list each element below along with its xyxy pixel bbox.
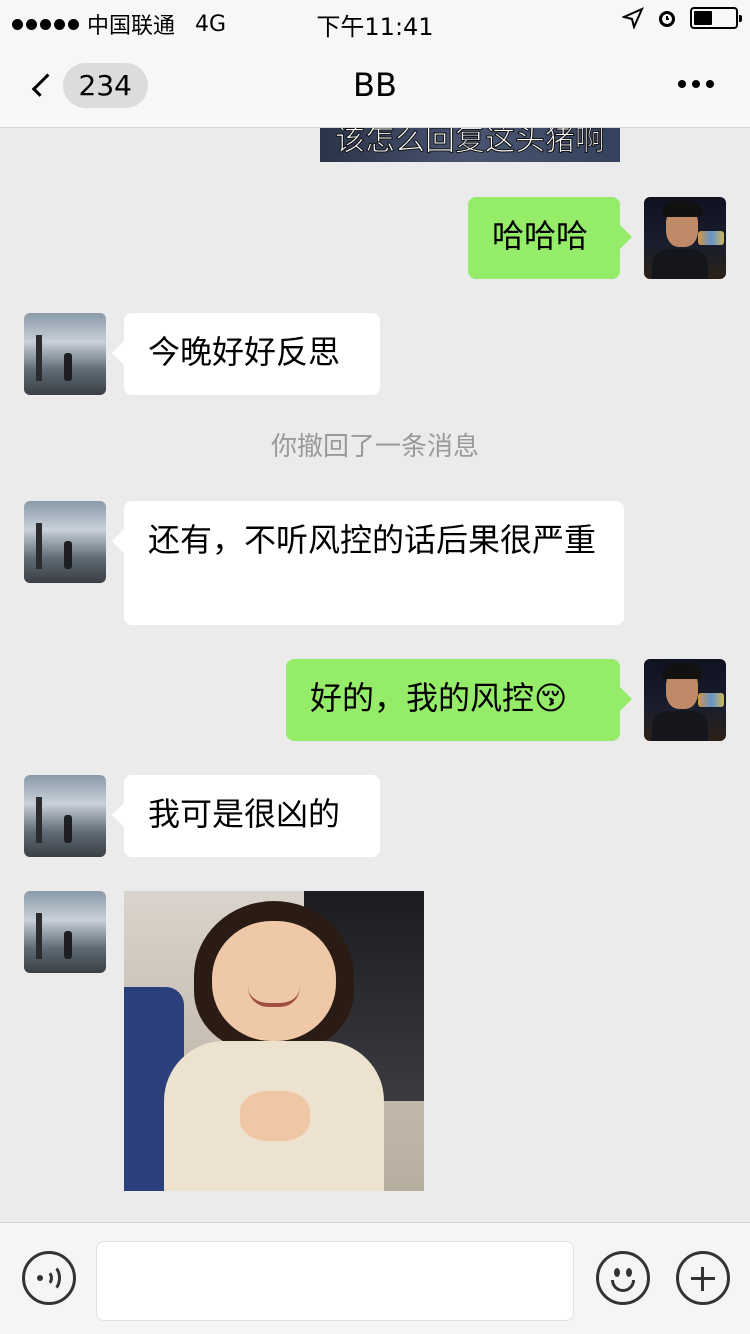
status-right: [622, 7, 742, 29]
battery-icon: [690, 7, 742, 29]
chat-title: BB: [353, 66, 397, 104]
sticker-message[interactable]: 该怎么回复这头猪啊: [320, 128, 620, 162]
message-text: 好的，我的风控😚: [310, 679, 568, 717]
plus-icon[interactable]: [676, 1251, 730, 1305]
message-bubble-received[interactable]: 我可是很凶的: [112, 775, 380, 857]
self-avatar[interactable]: [644, 659, 726, 741]
input-bar: [0, 1222, 750, 1334]
contact-avatar[interactable]: [24, 775, 106, 857]
message-bubble-received[interactable]: 还有，不听风控的话后果很严重: [112, 501, 624, 625]
image-message[interactable]: [124, 891, 424, 1191]
message-bubble-sent[interactable]: 好的，我的风控😚: [286, 659, 632, 741]
message-text: 今晚好好反思: [148, 333, 341, 371]
more-options-button[interactable]: [678, 80, 714, 88]
emoji-icon[interactable]: [596, 1251, 650, 1305]
alarm-icon: [659, 11, 675, 27]
location-icon: [622, 7, 644, 29]
chat-header: 234 BB: [0, 40, 750, 128]
self-avatar[interactable]: [644, 197, 726, 279]
contact-avatar[interactable]: [24, 501, 106, 583]
contact-avatar[interactable]: [24, 313, 106, 395]
sticker-caption: 该怎么回复这头猪啊: [335, 128, 606, 158]
voice-icon[interactable]: [22, 1251, 76, 1305]
message-text: 还有，不听风控的话后果很严重: [148, 521, 597, 559]
message-text: 哈哈哈: [492, 217, 589, 255]
status-bar: 中国联通 4G 下午11:41: [0, 0, 750, 41]
message-text: 我可是很凶的: [148, 795, 341, 833]
message-bubble-sent[interactable]: 哈哈哈: [468, 197, 632, 279]
message-input[interactable]: [96, 1241, 574, 1321]
contact-avatar[interactable]: [24, 891, 106, 973]
recall-notice: 你撤回了一条消息: [270, 432, 479, 462]
message-bubble-received[interactable]: 今晚好好反思: [112, 313, 380, 395]
